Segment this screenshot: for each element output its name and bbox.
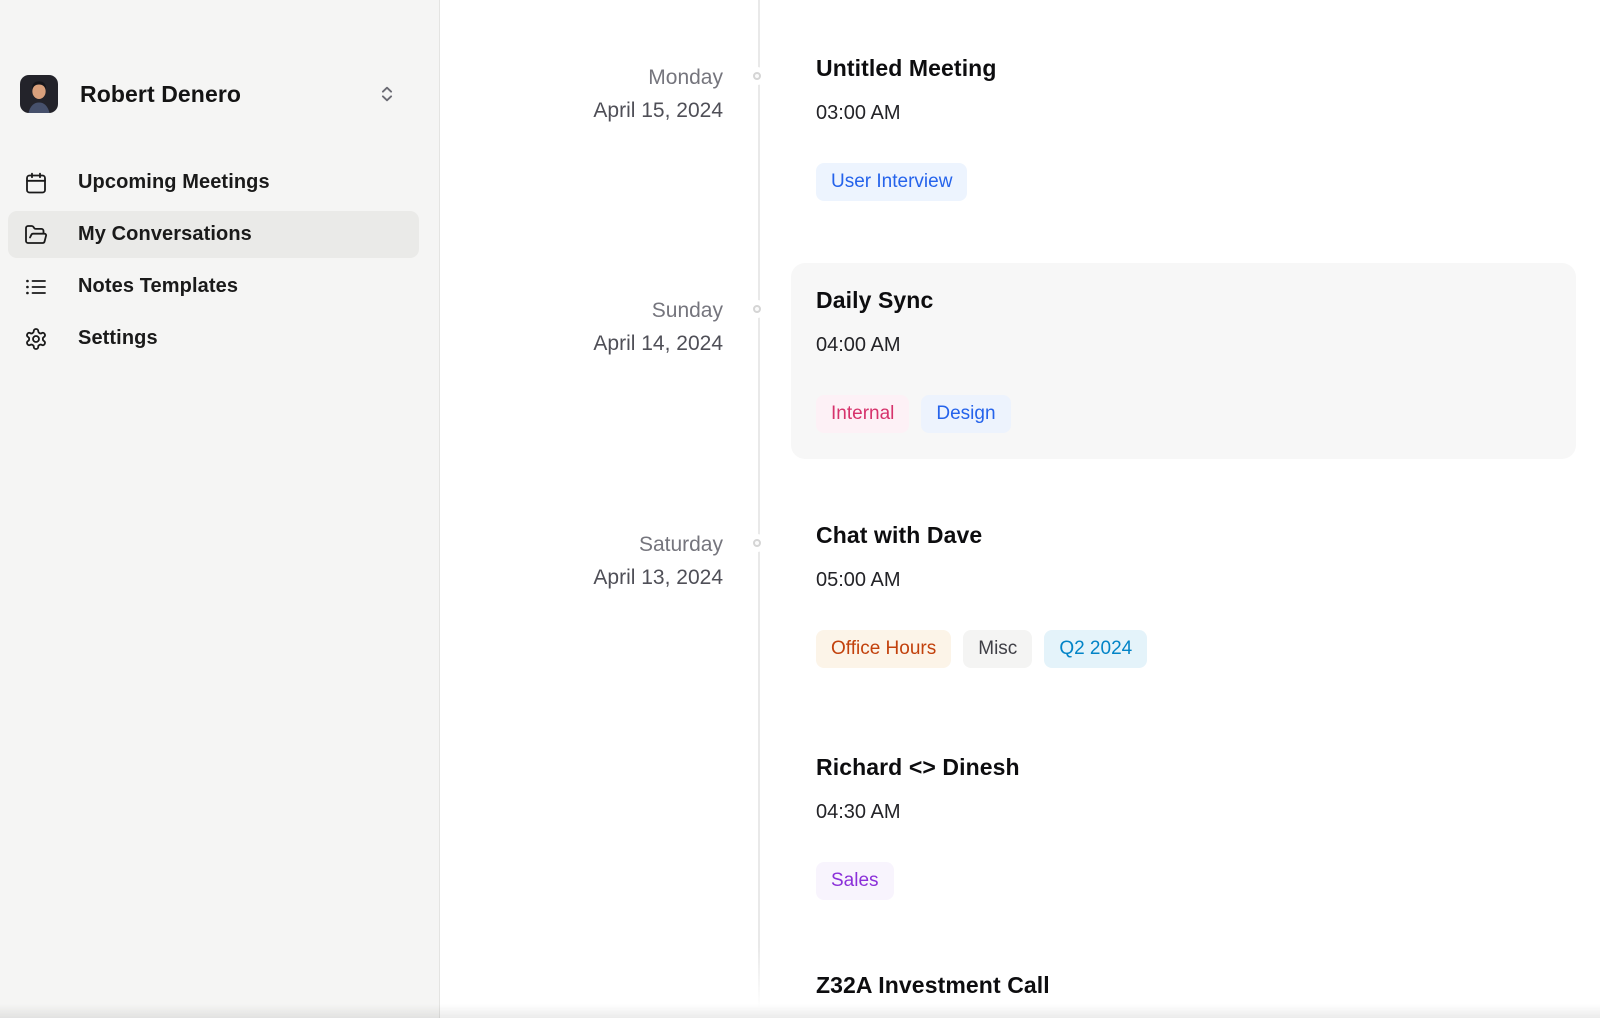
timeline-date-label: April 14, 2024	[441, 327, 723, 360]
timeline-date: SaturdayApril 13, 2024	[441, 528, 723, 594]
tag-chip[interactable]: Internal	[816, 395, 909, 433]
timeline-day-label: Sunday	[441, 294, 723, 327]
sidebar-item-my-conversations[interactable]: My Conversations	[8, 211, 419, 258]
sidebar-item-label: Upcoming Meetings	[78, 171, 270, 194]
list-icon	[24, 275, 48, 299]
meeting-time: 04:00 AM	[816, 331, 1551, 359]
meeting-title: Chat with Dave	[816, 520, 1600, 550]
tag-chip[interactable]: Misc	[963, 630, 1032, 668]
meeting-tags: Office Hours Misc Q2 2024	[816, 630, 1600, 668]
timeline-dot	[753, 305, 761, 313]
meeting-tags: Internal Design	[816, 395, 1551, 433]
sidebar-item-label: Settings	[78, 327, 158, 350]
meeting-item[interactable]: Z32A Investment Call	[816, 970, 1600, 1000]
meeting-tags: User Interview	[816, 163, 1600, 201]
meeting-title: Richard <> Dinesh	[816, 752, 1600, 782]
timeline-day-label: Monday	[441, 61, 723, 94]
meetings-app: Robert Denero Upcoming Meetings My Conver…	[0, 0, 1600, 1018]
sidebar: Robert Denero Upcoming Meetings My Conver…	[0, 0, 440, 1018]
calendar-icon	[24, 171, 48, 195]
meeting-title: Z32A Investment Call	[816, 970, 1600, 1000]
meeting-title: Daily Sync	[816, 285, 1551, 315]
timeline-line	[758, 0, 760, 1008]
sidebar-item-label: My Conversations	[78, 223, 252, 246]
meeting-tags: Sales	[816, 862, 1600, 900]
timeline-dot	[753, 539, 761, 547]
tag-chip[interactable]: Design	[921, 395, 1010, 433]
sidebar-item-label: Notes Templates	[78, 275, 238, 298]
timeline-group-content: Chat with Dave 05:00 AM Office Hours Misc Q2…	[816, 520, 1600, 900]
timeline-dot	[753, 72, 761, 80]
sidebar-item-notes-templates[interactable]: Notes Templates	[8, 263, 419, 310]
meeting-item[interactable]: Richard <> Dinesh 04:30 AM Sales	[816, 752, 1600, 900]
meeting-time: 03:00 AM	[816, 99, 1600, 127]
tag-chip[interactable]: Office Hours	[816, 630, 951, 668]
sidebar-item-settings[interactable]: Settings	[8, 315, 419, 362]
timeline-group-content: Z32A Investment Call	[816, 970, 1600, 1000]
sidebar-item-upcoming-meetings[interactable]: Upcoming Meetings	[8, 159, 419, 206]
tag-chip[interactable]: Sales	[816, 862, 894, 900]
avatar	[20, 75, 58, 113]
timeline-day-label: Saturday	[441, 528, 723, 561]
profile-switcher[interactable]: Robert Denero	[20, 72, 423, 116]
meeting-title: Untitled Meeting	[816, 53, 1600, 83]
sidebar-nav: Upcoming Meetings My Conversations Notes T…	[8, 159, 419, 367]
meeting-time: 05:00 AM	[816, 566, 1600, 594]
meeting-item[interactable]: Daily Sync 04:00 AM Internal Design	[791, 263, 1576, 459]
timeline-date-label: April 13, 2024	[441, 561, 723, 594]
gear-icon	[24, 327, 48, 351]
timeline: MondayApril 15, 2024 Untitled Meeting 03:0…	[441, 0, 1600, 1018]
tag-chip[interactable]: Q2 2024	[1044, 630, 1147, 668]
meeting-time: 04:30 AM	[816, 798, 1600, 826]
user-name: Robert Denero	[80, 81, 377, 108]
timeline-group-content: Daily Sync 04:00 AM Internal Design	[816, 263, 1600, 459]
timeline-date: SundayApril 14, 2024	[441, 294, 723, 360]
meeting-item[interactable]: Chat with Dave 05:00 AM Office Hours Misc Q2…	[816, 520, 1600, 668]
timeline-group-content: Untitled Meeting 03:00 AM User Interview	[816, 53, 1600, 201]
chevron-up-down-icon[interactable]	[377, 82, 397, 106]
timeline-date-label: April 15, 2024	[441, 94, 723, 127]
timeline-date: MondayApril 15, 2024	[441, 61, 723, 127]
meeting-item[interactable]: Untitled Meeting 03:00 AM User Interview	[816, 53, 1600, 201]
folder-icon	[24, 223, 48, 247]
tag-chip[interactable]: User Interview	[816, 163, 967, 201]
